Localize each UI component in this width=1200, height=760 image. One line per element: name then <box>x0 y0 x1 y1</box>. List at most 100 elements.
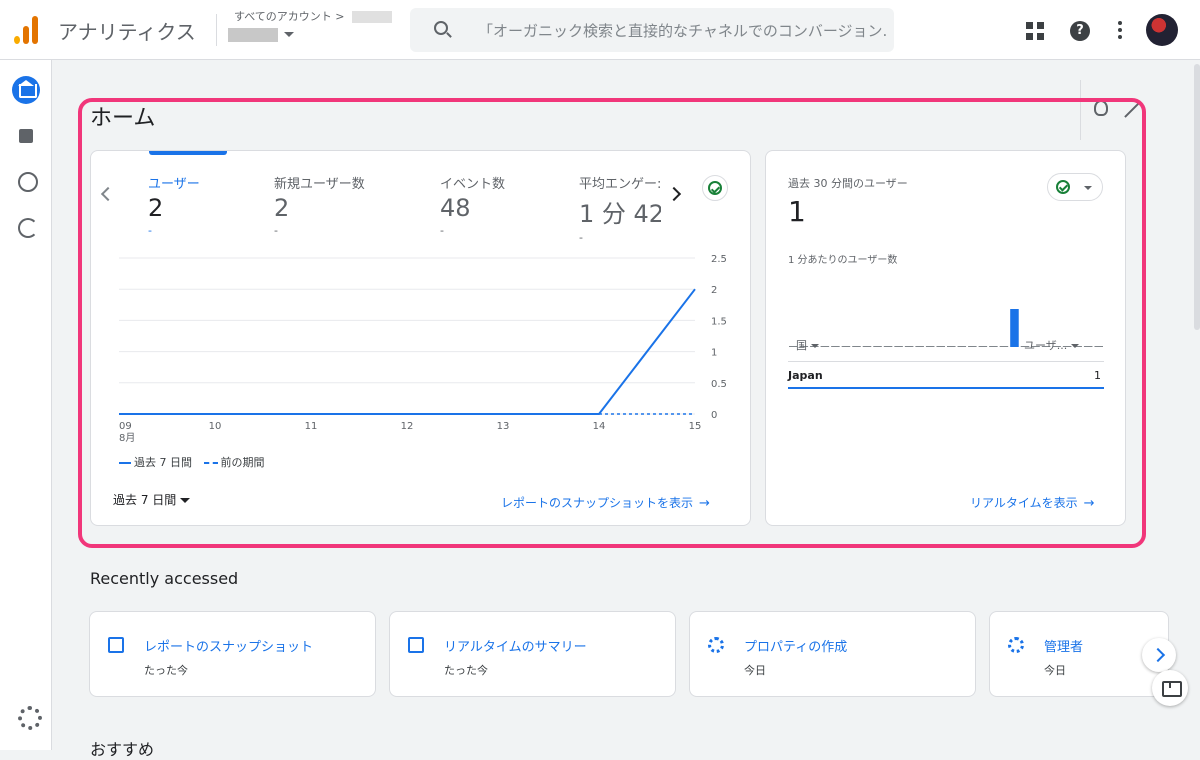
per-minute-bar <box>926 346 935 347</box>
recent-item-create-property[interactable]: プロパティの作成 今日 <box>689 611 976 697</box>
date-range-dropdown[interactable]: 過去 7 日間 <box>113 491 190 508</box>
table-row-country: Japan <box>788 369 823 382</box>
metric-new-users[interactable]: 新規ユーザー数 2 - <box>274 173 365 237</box>
account-breadcrumb[interactable]: すべてのアカウント > <box>234 8 392 24</box>
search-icon <box>434 21 448 35</box>
carousel-next-button[interactable] <box>1142 638 1176 672</box>
recent-item-title: リアルタイムのサマリー <box>444 636 587 655</box>
metric-label: イベント数 <box>440 173 505 192</box>
help-icon[interactable]: ? <box>1070 21 1090 41</box>
explore-icon[interactable] <box>12 166 40 194</box>
per-minute-bar <box>968 346 977 347</box>
metric-users[interactable]: ユーザー 2 - <box>148 173 200 237</box>
metric-value: 2 <box>274 194 365 222</box>
apps-grid-icon[interactable] <box>1026 22 1044 40</box>
recent-item-time: 今日 <box>744 662 766 678</box>
realtime-subtitle: 1 分あたりのユーザー数 <box>788 251 897 266</box>
lightbulb-icon[interactable] <box>1094 100 1108 116</box>
recent-item-title: 管理者 <box>1044 636 1083 655</box>
row-share-bar <box>788 387 1104 389</box>
column-header-users[interactable]: ユーザ... <box>1024 337 1079 353</box>
overview-card: ユーザー 2 - 新規ユーザー数 2 - イベント数 48 - 平均エンゲー: … <box>90 150 751 526</box>
metric-event-count[interactable]: イベント数 48 - <box>440 173 505 237</box>
per-minute-bar <box>947 346 956 347</box>
chevron-left-icon[interactable] <box>101 187 115 201</box>
more-vert-icon[interactable] <box>1118 21 1122 41</box>
check-circle-icon[interactable] <box>702 175 728 201</box>
y-tick-label: 1.5 <box>711 316 727 327</box>
x-month-label: 8月 <box>119 432 135 444</box>
metric-change: - <box>274 224 365 237</box>
search-bar[interactable]: 「オーガニック検索と直接的なチャネルでのコンバージョン... <box>410 8 894 52</box>
avatar[interactable] <box>1146 14 1178 46</box>
per-minute-bar <box>1000 346 1009 347</box>
caret-down-icon <box>1071 344 1079 348</box>
per-minute-bar <box>1010 309 1019 347</box>
per-minute-bar <box>821 346 830 347</box>
per-minute-bar <box>979 346 988 347</box>
arrow-right-icon: → <box>699 496 711 511</box>
header-divider <box>216 14 217 46</box>
per-minute-bar <box>1084 346 1093 347</box>
scrollbar-thumb[interactable] <box>1194 64 1200 330</box>
x-tick-label: 14 <box>593 421 606 432</box>
recent-item-time: たった今 <box>144 662 188 678</box>
advertising-icon[interactable] <box>12 212 40 240</box>
metric-label: 平均エンゲー: <box>579 173 661 192</box>
x-tick-label: 15 <box>689 421 702 432</box>
y-tick-label: 2 <box>711 285 717 296</box>
share-expand-icon[interactable] <box>1124 100 1140 116</box>
legend-dashed-swatch <box>204 462 218 464</box>
view-realtime-link[interactable]: リアルタイムを表示→ <box>970 494 1096 511</box>
legend-solid-swatch <box>119 462 131 464</box>
metric-label: ユーザー <box>148 173 200 192</box>
realtime-card: 過去 30 分間のユーザー 1 1 分あたりのユーザー数 国 ユーザ... Ja… <box>765 150 1126 526</box>
recent-item-report-snapshot[interactable]: レポートのスナップショット たった今 <box>89 611 376 697</box>
recommended-section-title: おすすめ <box>90 736 154 760</box>
per-minute-bar <box>915 346 924 347</box>
legend-previous-period: 前の期間 <box>221 456 265 469</box>
page-title: ホーム <box>90 100 155 132</box>
realtime-value: 1 <box>788 195 806 228</box>
per-minute-bar <box>873 346 882 347</box>
chevron-right-icon[interactable] <box>667 187 681 201</box>
chevron-down-icon[interactable] <box>284 32 294 37</box>
per-minute-bar <box>884 346 893 347</box>
metric-value: 2 <box>148 194 200 222</box>
gear-icon <box>1008 637 1024 653</box>
per-minute-bar <box>852 346 861 347</box>
recent-item-title: レポートのスナップショット <box>144 636 313 655</box>
view-snapshot-link[interactable]: レポートのスナップショットを表示→ <box>501 494 711 511</box>
x-tick-label: 10 <box>209 421 222 432</box>
y-tick-label: 0 <box>711 410 717 421</box>
header-divider <box>1080 80 1081 140</box>
recent-item-time: たった今 <box>444 662 488 678</box>
metric-value: 1 分 42 <box>579 194 661 229</box>
y-tick-label: 0.5 <box>711 379 727 390</box>
chart-legend: 過去 7 日間 前の期間 <box>119 454 265 470</box>
metric-change: - <box>148 224 200 237</box>
recently-accessed-title: Recently accessed <box>90 569 238 588</box>
top-app-bar: アナリティクス すべてのアカウント > 「オーガニック検索と直接的なチャネルでの… <box>0 0 1200 60</box>
caret-down-icon <box>180 498 190 503</box>
report-icon <box>408 637 424 653</box>
realtime-status-dropdown[interactable] <box>1047 173 1103 201</box>
feedback-icon[interactable] <box>1152 670 1188 706</box>
per-minute-bar <box>989 346 998 347</box>
per-minute-bar <box>958 346 967 347</box>
home-icon[interactable] <box>12 76 40 104</box>
report-icon <box>108 637 124 653</box>
reports-icon[interactable] <box>12 122 40 150</box>
redacted-property-name[interactable] <box>228 28 278 42</box>
column-header-country[interactable]: 国 <box>796 337 819 353</box>
analytics-logo-icon[interactable] <box>14 16 40 44</box>
caret-down-icon <box>811 344 819 348</box>
metric-label: 新規ユーザー数 <box>274 173 365 192</box>
search-input[interactable]: 「オーガニック検索と直接的なチャネルでのコンバージョン... <box>478 20 888 41</box>
recent-item-title: プロパティの作成 <box>744 636 847 655</box>
metric-avg-engagement[interactable]: 平均エンゲー: 1 分 42 - <box>579 173 661 244</box>
settings-gear-icon[interactable] <box>12 700 40 728</box>
recent-item-realtime-summary[interactable]: リアルタイムのサマリー たった今 <box>389 611 676 697</box>
x-tick-label: 11 <box>305 421 318 432</box>
table-divider <box>788 361 1104 362</box>
